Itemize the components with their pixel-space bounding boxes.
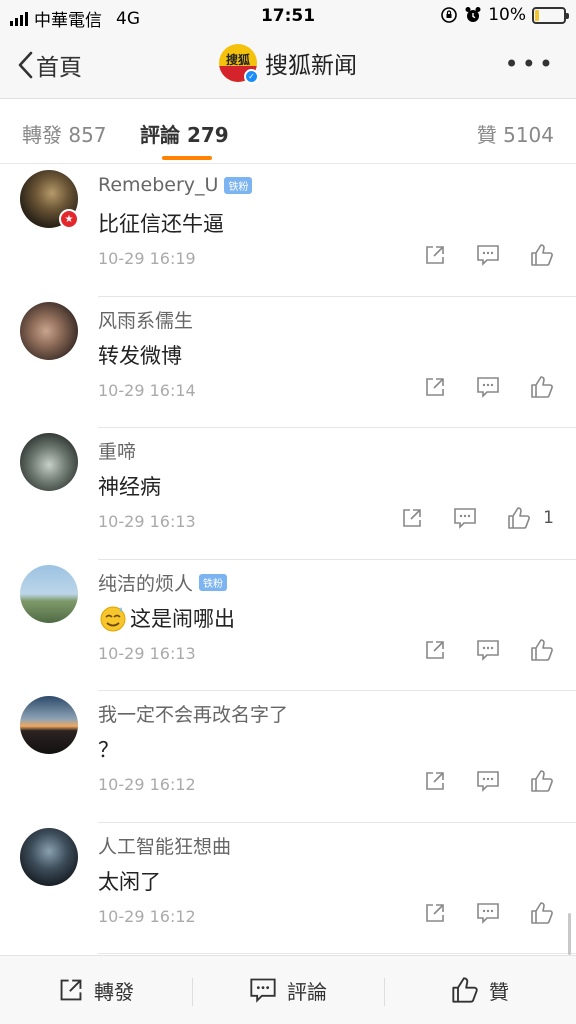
commenter-name[interactable]: 我一定不会再改名字了 <box>98 700 288 727</box>
tab-bar: 轉發 857 評論 279 贊 5104 <box>0 100 576 164</box>
comment-list: ★ Remebery_U 铁粉 比征信还牛逼 10-29 16:19 风雨系儒生 … <box>0 165 576 954</box>
thumbs-up-icon <box>531 375 553 398</box>
tab-active-indicator <box>162 156 212 160</box>
like-label: 贊 <box>489 979 509 1004</box>
thumbs-up-icon <box>452 977 478 1003</box>
comment-item: 我一定不会再改名字了 ？ 10-29 16:12 <box>0 691 576 823</box>
comment-text: 比征信还牛逼 <box>98 212 224 236</box>
fan-badge: 铁粉 <box>224 176 253 194</box>
comment-time: 10-29 16:13 <box>98 643 196 663</box>
divider <box>98 953 576 954</box>
logo-text: 搜狐 <box>225 52 250 67</box>
sweat-smile-emoji-icon <box>100 606 126 631</box>
like-button[interactable] <box>530 769 554 793</box>
share-icon[interactable] <box>424 639 446 661</box>
thumbs-up-icon <box>531 244 553 266</box>
comment-time: 10-29 16:12 <box>98 775 196 794</box>
like-count: 1 <box>543 508 554 528</box>
comment-text: 这是闹哪出 <box>130 606 235 631</box>
comment-text: 转发微博 <box>98 343 182 368</box>
comment-item: 重啼 神经病 10-29 16:13 1 <box>0 428 576 560</box>
comment-time: 10-29 16:14 <box>98 380 196 400</box>
alarm-icon <box>465 7 481 22</box>
reply-icon[interactable] <box>476 376 500 398</box>
reply-icon[interactable] <box>453 507 477 529</box>
repost-button[interactable]: 轉發 <box>0 956 192 1024</box>
comment-item: 风雨系儒生 转发微博 10-29 16:14 <box>0 297 576 428</box>
like-button[interactable] <box>530 638 554 662</box>
reply-icon[interactable] <box>476 244 500 266</box>
share-icon[interactable] <box>424 244 446 266</box>
comment-item: ★ Remebery_U 铁粉 比征信还牛逼 10-29 16:19 <box>0 165 576 297</box>
rotation-lock-icon <box>441 7 458 23</box>
avatar[interactable] <box>20 696 78 754</box>
like-button[interactable]: 1 <box>507 506 554 530</box>
like-button[interactable] <box>530 901 554 925</box>
share-icon <box>60 979 82 1001</box>
commenter-name[interactable]: 人工智能狂想曲 <box>98 832 231 859</box>
reply-icon[interactable] <box>476 902 500 924</box>
battery-icon <box>532 6 569 24</box>
like-button[interactable] <box>530 375 554 399</box>
share-icon[interactable] <box>401 507 423 529</box>
avatar[interactable] <box>20 301 78 360</box>
comment-text: 太闲了 <box>98 869 161 894</box>
share-icon[interactable] <box>424 902 446 924</box>
bottom-action-bar: 轉發 評論 贊 <box>0 955 576 1024</box>
more-button[interactable]: ••• <box>505 50 556 78</box>
like-button[interactable]: 贊 <box>384 956 576 1024</box>
thumbs-up-icon <box>531 901 553 924</box>
status-right: 10% <box>440 5 569 25</box>
comment-text: 神经病 <box>98 475 161 499</box>
share-icon[interactable] <box>424 376 446 398</box>
nav-center[interactable]: 搜狐 ✓ 搜狐新闻 <box>0 44 576 84</box>
fan-badge: 铁粉 <box>199 573 228 591</box>
commenter-name[interactable]: Remebery_U <box>98 174 218 196</box>
avatar[interactable] <box>20 827 78 886</box>
comment-text-row: 这是闹哪出 <box>98 603 235 633</box>
comment-label: 評論 <box>287 979 327 1004</box>
comment-text: ？ <box>98 738 119 762</box>
avatar[interactable] <box>20 564 78 623</box>
commenter-name[interactable]: 重啼 <box>98 437 136 464</box>
star-badge-icon: ★ <box>59 209 79 229</box>
tab-repost[interactable]: 轉發 857 <box>22 119 107 148</box>
nav-bar: 首頁 搜狐 ✓ 搜狐新闻 ••• <box>0 32 576 99</box>
comment-time: 10-29 16:19 <box>98 249 196 268</box>
repost-label: 轉發 <box>94 979 134 1004</box>
commenter-name[interactable]: 纯洁的烦人 <box>98 569 193 596</box>
comment-item: 纯洁的烦人 铁粉 这是闹哪出 10-29 16:13 <box>0 560 576 691</box>
like-button[interactable] <box>530 243 554 267</box>
status-bar: 中華電信 4G 17:51 10% <box>0 0 576 32</box>
reply-icon[interactable] <box>476 770 500 792</box>
sohu-logo: 搜狐 ✓ <box>219 44 259 84</box>
commenter-name[interactable]: 风雨系儒生 <box>98 306 193 333</box>
page-title: 搜狐新闻 <box>265 53 357 79</box>
thumbs-up-icon <box>531 638 553 661</box>
comment-button[interactable]: 評論 <box>192 956 384 1024</box>
battery-percent: 10% <box>488 5 526 25</box>
reply-icon[interactable] <box>476 639 500 661</box>
verified-icon: ✓ <box>244 69 259 84</box>
comment-item: 人工智能狂想曲 太闲了 10-29 16:12 <box>0 823 576 954</box>
thumbs-up-icon <box>531 770 553 792</box>
comment-time: 10-29 16:13 <box>98 512 196 531</box>
scrollbar[interactable] <box>568 913 571 955</box>
tab-like[interactable]: 贊 5104 <box>477 119 554 148</box>
comment-icon <box>250 978 276 1003</box>
share-icon[interactable] <box>424 770 446 792</box>
tab-comment[interactable]: 評論 279 <box>140 119 229 148</box>
comment-time: 10-29 16:12 <box>98 906 196 926</box>
thumbs-up-icon <box>508 507 531 529</box>
avatar[interactable] <box>20 433 78 491</box>
